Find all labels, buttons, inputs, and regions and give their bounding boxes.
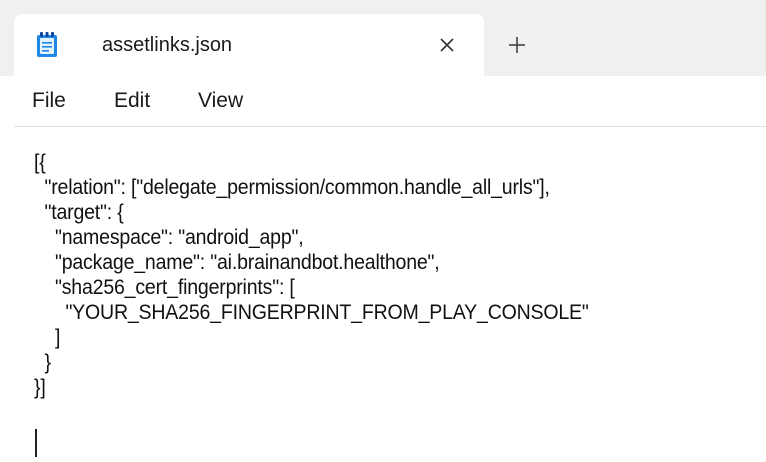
code-line: }] — [34, 376, 46, 399]
text-caret — [35, 429, 37, 457]
menu-view[interactable]: View — [198, 88, 243, 114]
code-line: "relation": ["delegate_permission/common… — [34, 176, 550, 199]
code-line: "sha256_cert_fingerprints": [ — [34, 276, 295, 299]
notepad-window: assetlinks.json File Edit View [{ "relat… — [0, 0, 766, 462]
code-line: "target": { — [34, 201, 124, 224]
tab-strip: assetlinks.json — [0, 0, 766, 76]
code-line: "package_name": "ai.brainandbot.healthon… — [34, 251, 440, 274]
code-line: ] — [34, 326, 61, 349]
text-editor[interactable]: [{ "relation": ["delegate_permission/com… — [14, 127, 766, 462]
menu-bar: File Edit View — [14, 76, 766, 127]
menu-file[interactable]: File — [32, 88, 66, 114]
code-line: } — [34, 351, 51, 374]
code-line: "namespace": "android_app", — [34, 226, 304, 249]
menu-edit[interactable]: Edit — [114, 88, 150, 114]
tab-assetlinks[interactable]: assetlinks.json — [14, 14, 484, 76]
code-line: "YOUR_SHA256_FINGERPRINT_FROM_PLAY_CONSO… — [34, 301, 589, 324]
notepad-file-icon — [37, 32, 57, 57]
close-icon[interactable] — [434, 32, 460, 58]
tab-title: assetlinks.json — [102, 34, 233, 56]
code-line: [{ — [34, 151, 46, 174]
plus-icon[interactable] — [504, 32, 530, 58]
